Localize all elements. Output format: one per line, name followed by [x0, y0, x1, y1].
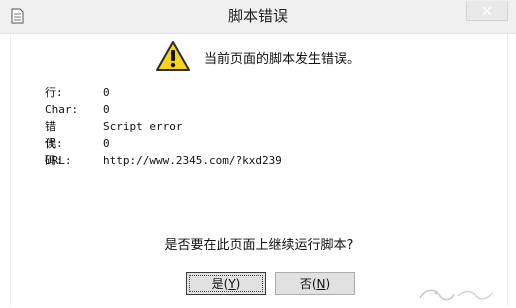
warning-icon [155, 40, 191, 72]
detail-value: Script error [103, 120, 183, 133]
continue-question: 是否要在此页面上继续运行脚本? [164, 238, 354, 253]
watermark-logo [414, 284, 504, 304]
window-title: 脚本错误 [227, 7, 288, 25]
focus-rect [189, 275, 263, 292]
close-icon [482, 6, 492, 16]
dialog-body: 当前页面的脚本发生错误。 行: 0 Char: 0 错误: Script err… [10, 34, 508, 306]
error-headline: 当前页面的脚本发生错误。 [204, 52, 361, 67]
detail-value: 0 [103, 137, 110, 150]
no-label: 否( [299, 277, 317, 291]
title-bar[interactable]: 脚本错误 [0, 0, 516, 34]
no-button[interactable]: 否(N) [275, 272, 355, 295]
yes-button[interactable]: 是(Y) [186, 272, 266, 295]
no-label-end: ) [325, 277, 331, 291]
detail-value: 0 [103, 86, 110, 99]
detail-label: URL: [45, 154, 72, 167]
detail-label: 行: [45, 86, 63, 99]
detail-value: 0 [103, 103, 110, 116]
detail-value: http://www.2345.com/?kxd239 [103, 154, 282, 167]
close-button[interactable] [466, 1, 508, 21]
script-error-dialog: 脚本错误 当前页面的脚本发生错误。 行: 0 Char: 0 错误: Scrip… [0, 0, 516, 306]
detail-label: Char: [45, 103, 79, 116]
